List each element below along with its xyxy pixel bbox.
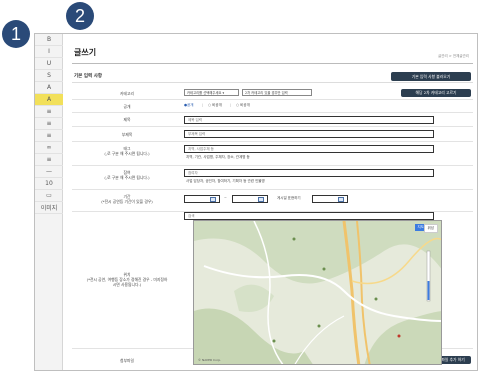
- editor-frame: B I U S A A ≡ ≡ ≡ ∞ ≡ —10 ▭ 이미지 글쓰기 글관리 > 전체글관리 기본 입력…: [34, 33, 478, 371]
- subcategory-input[interactable]: 2차 카테고리 있을 경우만 입력: [242, 89, 312, 96]
- row-tags: 태그 (,로 구분 해 주시면 됩니다.) 지역, 사업주체 등 지역, 기관,…: [72, 142, 473, 166]
- toolbar-tool[interactable]: ≡: [35, 118, 63, 130]
- map-copyright: © NAVER Corp.: [198, 358, 222, 362]
- section-basic: 기본 입력 사항 기본 입력 사항 불러오기: [72, 71, 473, 83]
- row-category: 카테고리 카테고리를 선택해주세요 ▾ 2차 카테고리 있을 경우만 입력 해당…: [72, 87, 473, 100]
- page-title: 글쓰기: [74, 48, 97, 57]
- toolbar-tool[interactable]: ≡: [35, 106, 63, 118]
- toolbar-tool[interactable]: 10: [35, 178, 63, 190]
- toolbar-tool[interactable]: I: [35, 46, 63, 58]
- location-map[interactable]: 지도 위성 © NAVER Corp.: [193, 220, 442, 365]
- editor-toolbar: B I U S A A ≡ ≡ ≡ ∞ ≡ —10 ▭ 이미지: [35, 34, 63, 370]
- step-badge-one: 1: [2, 20, 30, 48]
- toolbar-tool[interactable]: ≡: [35, 154, 63, 166]
- toolbar-tool[interactable]: A: [35, 94, 63, 106]
- participants-input[interactable]: 참여자: [184, 169, 434, 177]
- section-title: 기본 입력 사항: [74, 74, 102, 79]
- participants-label-note: (,로 구분 해 주시면 됩니다.): [104, 175, 150, 180]
- period-label-note: (*전시 공연등 기간이 있을 경우): [101, 199, 153, 204]
- row-subtitle: 부제목 부제목 입력: [72, 127, 473, 142]
- tags-label-note: (,로 구분 해 주시면 됩니다.): [104, 151, 150, 156]
- visibility-separator: |: [202, 103, 204, 107]
- toolbar-tool[interactable]: 이미지: [35, 202, 63, 214]
- toolbar-tool[interactable]: ∞: [35, 142, 63, 154]
- place-label-note: (*전시 공연, 여행등 장소가 정해진 경우 - 미지정하시면 사용됩니다.): [86, 277, 168, 287]
- row-period: 기간 (*전시 공연등 기간이 있을 경우) ~ 게시일 표현하기: [72, 190, 473, 212]
- map-type-satellite-button[interactable]: 위성: [423, 224, 438, 233]
- visibility-private-radio[interactable]: ○ 비공개: [208, 103, 222, 108]
- period-separator: ~: [224, 196, 227, 200]
- visibility-public-radio[interactable]: ●공개: [184, 103, 194, 108]
- subtitle-label: 부제목: [121, 132, 133, 137]
- visibility-separator: |: [230, 103, 232, 107]
- toolbar-tool[interactable]: S: [35, 70, 63, 82]
- place-search-input[interactable]: 검색: [184, 212, 434, 220]
- calendar-icon[interactable]: [210, 197, 216, 202]
- visibility-hidden-radio[interactable]: ○ 비공개: [236, 103, 250, 108]
- map-graphic: [194, 221, 441, 364]
- toolbar-tool[interactable]: U: [35, 58, 63, 70]
- calendar-icon[interactable]: [258, 197, 264, 202]
- period-third-label: 게시일 표현하기: [277, 196, 301, 200]
- category-select[interactable]: 카테고리를 선택해주세요 ▾: [184, 89, 239, 96]
- row-title: 제목 제목 입력: [72, 113, 473, 127]
- toolbar-tool[interactable]: —: [35, 166, 63, 178]
- row-participants: 참여 (,로 구분 해 주시면 됩니다.) 참여자 사업 담당자, 공인자, 참…: [72, 166, 473, 190]
- load-defaults-button[interactable]: 기본 입력 사항 불러오기: [391, 72, 471, 81]
- row-visibility: 공개 ●공개 | ○ 비공개 | ○ 비공개: [72, 100, 473, 113]
- subtitle-input[interactable]: 부제목 입력: [184, 130, 434, 138]
- title-input[interactable]: 제목 입력: [184, 116, 434, 124]
- step-badge-two: 2: [66, 2, 94, 30]
- toolbar-tool[interactable]: A: [35, 82, 63, 94]
- end-date-input[interactable]: [232, 195, 268, 203]
- title-label: 제목: [123, 117, 131, 122]
- visibility-label: 공개: [123, 104, 131, 109]
- toolbar-tool[interactable]: ▭: [35, 190, 63, 202]
- publish-date-input[interactable]: [312, 195, 348, 203]
- title-divider: [72, 63, 473, 64]
- participants-hint: 사업 담당자, 공인자, 참여하기, 기획자 등 관련 인물명: [186, 179, 265, 183]
- tags-hint: 지역, 기관, 사업명, 주체자, 장소, 관계명 등: [186, 155, 250, 159]
- category-label: 카테고리: [120, 91, 134, 96]
- choose-subcategory-button[interactable]: 해당 2차 카테고리 고르기: [401, 89, 471, 97]
- start-date-input[interactable]: [184, 195, 220, 203]
- breadcrumb: 글관리 > 전체글관리: [438, 54, 469, 58]
- attachment-label: 첨부파일: [120, 358, 134, 363]
- toolbar-tool[interactable]: ≡: [35, 130, 63, 142]
- calendar-icon[interactable]: [338, 197, 344, 202]
- tags-input[interactable]: 지역, 사업주체 등: [184, 145, 434, 153]
- toolbar-tool[interactable]: B: [35, 34, 63, 46]
